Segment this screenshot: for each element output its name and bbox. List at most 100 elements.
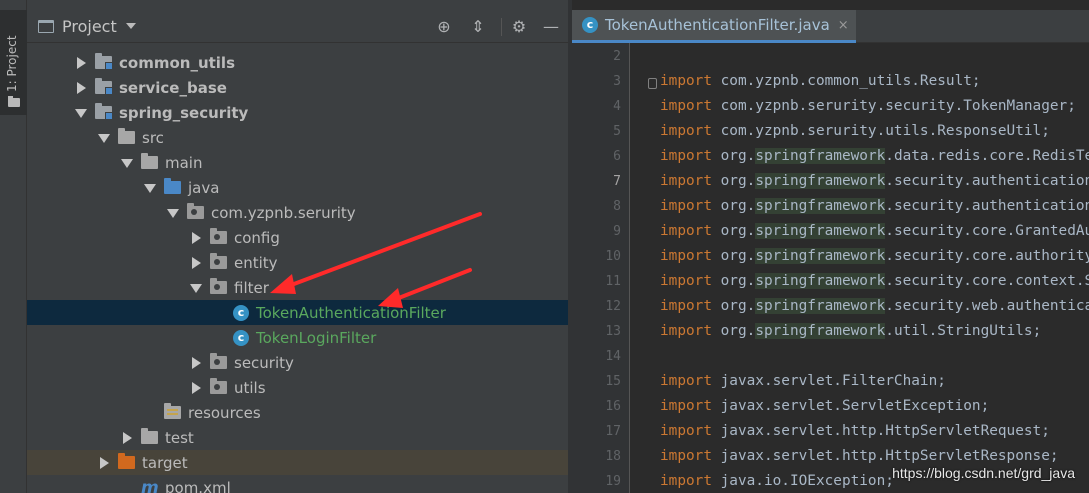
collapse-all-icon[interactable]: ⇕ xyxy=(469,18,487,36)
tree-item-label: src xyxy=(142,128,164,147)
locate-icon[interactable]: ⊕ xyxy=(435,18,453,36)
header-divider xyxy=(501,18,502,36)
left-tool-stripe: 1: Project xyxy=(0,0,27,493)
code-line[interactable]: import com.yzpnb.serurity.utils.Response… xyxy=(660,123,1050,139)
code-text: java.io.IOException; xyxy=(711,473,894,489)
tree-item-service-base[interactable]: service_base xyxy=(27,75,568,100)
tree-item-security[interactable]: security xyxy=(27,350,568,375)
code-line[interactable]: import org.springframework.data.redis.co… xyxy=(660,148,1089,164)
expanded-arrow-icon[interactable] xyxy=(167,207,179,219)
minimize-icon[interactable]: — xyxy=(542,18,560,36)
code-line[interactable]: import org.springframework.security.auth… xyxy=(660,198,1089,214)
collapsed-arrow-icon[interactable] xyxy=(190,356,202,369)
collapsed-arrow-icon[interactable] xyxy=(190,256,202,269)
tree-item-tokenloginfilter[interactable]: c TokenLoginFilter xyxy=(27,325,568,350)
line-number: 19 xyxy=(605,474,621,489)
project-view-title[interactable]: Project xyxy=(62,17,117,36)
expanded-arrow-icon[interactable] xyxy=(75,107,87,119)
collapsed-arrow-icon[interactable] xyxy=(121,431,133,444)
tree-item-main[interactable]: main xyxy=(27,150,568,175)
tree-item-tokenauthenticationfilter[interactable]: c TokenAuthenticationFilter xyxy=(27,300,568,325)
keyword-import: import xyxy=(660,273,712,289)
code-text: org.springframework.security.authenticat… xyxy=(711,173,1089,189)
package-icon xyxy=(210,378,227,394)
code-line[interactable]: import javax.servlet.ServletException; xyxy=(660,398,989,414)
tree-item-com-yzpnb-serurity[interactable]: com.yzpnb.serurity xyxy=(27,200,568,225)
tree-item-common-utils[interactable]: common_utils xyxy=(27,50,568,75)
collapsed-arrow-icon[interactable] xyxy=(75,56,87,69)
code-line[interactable]: import javax.servlet.http.HttpServletRes… xyxy=(660,448,1059,464)
expanded-arrow-icon[interactable] xyxy=(190,282,202,294)
tree-item-label: java xyxy=(188,178,220,197)
code-line[interactable]: import java.io.IOException; xyxy=(660,473,894,489)
search-highlight: springframework xyxy=(755,323,886,339)
code-text: org.springframework.data.redis.core.Redi… xyxy=(711,148,1089,164)
no-arrow xyxy=(213,332,225,344)
code-text: com.yzpnb.common_utils.Result; xyxy=(711,73,981,89)
tree-item-resources[interactable]: resources xyxy=(27,400,568,425)
search-highlight: springframework xyxy=(755,198,886,214)
code-line[interactable]: import org.springframework.security.web.… xyxy=(660,298,1089,314)
keyword-import: import xyxy=(660,248,712,264)
project-panel-header: Project ⊕ ⇕ ⚙ — xyxy=(27,10,568,43)
code-line[interactable]: import org.springframework.security.core… xyxy=(660,223,1089,239)
expanded-arrow-icon[interactable] xyxy=(121,157,133,169)
code-line[interactable]: import org.springframework.security.core… xyxy=(660,273,1089,289)
keyword-import: import xyxy=(660,98,712,114)
editor-tab-token-authentication-filter[interactable]: c TokenAuthenticationFilter.java × xyxy=(572,10,856,43)
line-number: 15 xyxy=(605,374,621,389)
close-icon[interactable]: × xyxy=(838,18,849,33)
watermark-text: https://blog.csdn.net/grd_java xyxy=(892,465,1075,481)
tree-item-target[interactable]: target xyxy=(27,450,568,475)
tree-item-java[interactable]: java xyxy=(27,175,568,200)
tree-item-label: TokenLoginFilter xyxy=(256,328,377,347)
no-arrow xyxy=(213,307,225,319)
chevron-down-icon[interactable] xyxy=(125,23,136,29)
code-line[interactable]: import org.springframework.security.auth… xyxy=(660,173,1089,189)
tree-item-label: utils xyxy=(234,378,266,397)
code-text: org.springframework.security.web.authent… xyxy=(711,298,1089,314)
line-number: 9 xyxy=(613,224,621,239)
line-number: 4 xyxy=(613,99,621,114)
line-number: 2 xyxy=(613,49,621,64)
folder-icon xyxy=(8,96,20,107)
code-text: org.springframework.security.core.Grante… xyxy=(711,223,1089,239)
tree-item-test[interactable]: test xyxy=(27,425,568,450)
package-icon xyxy=(210,278,227,294)
code-line[interactable]: import org.springframework.security.core… xyxy=(660,248,1089,264)
expanded-arrow-icon[interactable] xyxy=(98,132,110,144)
module-folder-icon xyxy=(95,53,113,70)
collapsed-arrow-icon[interactable] xyxy=(190,231,202,244)
line-number: 10 xyxy=(605,249,621,264)
tree-item-filter[interactable]: filter xyxy=(27,275,568,300)
tree-item-spring-security[interactable]: spring_security xyxy=(27,100,568,125)
code-text: com.yzpnb.serurity.security.TokenManager… xyxy=(711,98,1076,114)
expanded-arrow-icon[interactable] xyxy=(144,182,156,194)
gear-icon[interactable]: ⚙ xyxy=(510,18,528,36)
collapsed-arrow-icon[interactable] xyxy=(75,81,87,94)
tree-item-src[interactable]: src xyxy=(27,125,568,150)
project-tool-tab[interactable]: 1: Project xyxy=(0,10,27,115)
search-highlight: springframework xyxy=(755,173,886,189)
code-line[interactable]: import org.springframework.util.StringUt… xyxy=(660,323,1041,339)
keyword-import: import xyxy=(660,373,712,389)
keyword-import: import xyxy=(660,223,712,239)
code-line[interactable]: import com.yzpnb.serurity.security.Token… xyxy=(660,98,1076,114)
tree-item-config[interactable]: config xyxy=(27,225,568,250)
line-number: 16 xyxy=(605,399,621,414)
code-line[interactable]: import com.yzpnb.common_utils.Result; xyxy=(660,73,981,89)
tree-item-utils[interactable]: utils xyxy=(27,375,568,400)
tree-item-pom-xml[interactable]: m pom.xml xyxy=(27,475,568,493)
code-line[interactable]: import javax.servlet.FilterChain; xyxy=(660,373,946,389)
keyword-import: import xyxy=(660,448,712,464)
code-line[interactable]: import javax.servlet.http.HttpServletReq… xyxy=(660,423,1050,439)
keyword-import: import xyxy=(660,398,712,414)
fold-marker-icon[interactable] xyxy=(648,78,657,89)
folder-icon xyxy=(118,128,135,144)
code-area[interactable]: import com.yzpnb.common_utils.Result; imp… xyxy=(630,43,1089,493)
collapsed-arrow-icon[interactable] xyxy=(190,381,202,394)
code-text: com.yzpnb.serurity.utils.ResponseUtil; xyxy=(711,123,1050,139)
tree-item-label: com.yzpnb.serurity xyxy=(211,203,356,222)
tree-item-entity[interactable]: entity xyxy=(27,250,568,275)
collapsed-arrow-icon[interactable] xyxy=(98,456,110,469)
